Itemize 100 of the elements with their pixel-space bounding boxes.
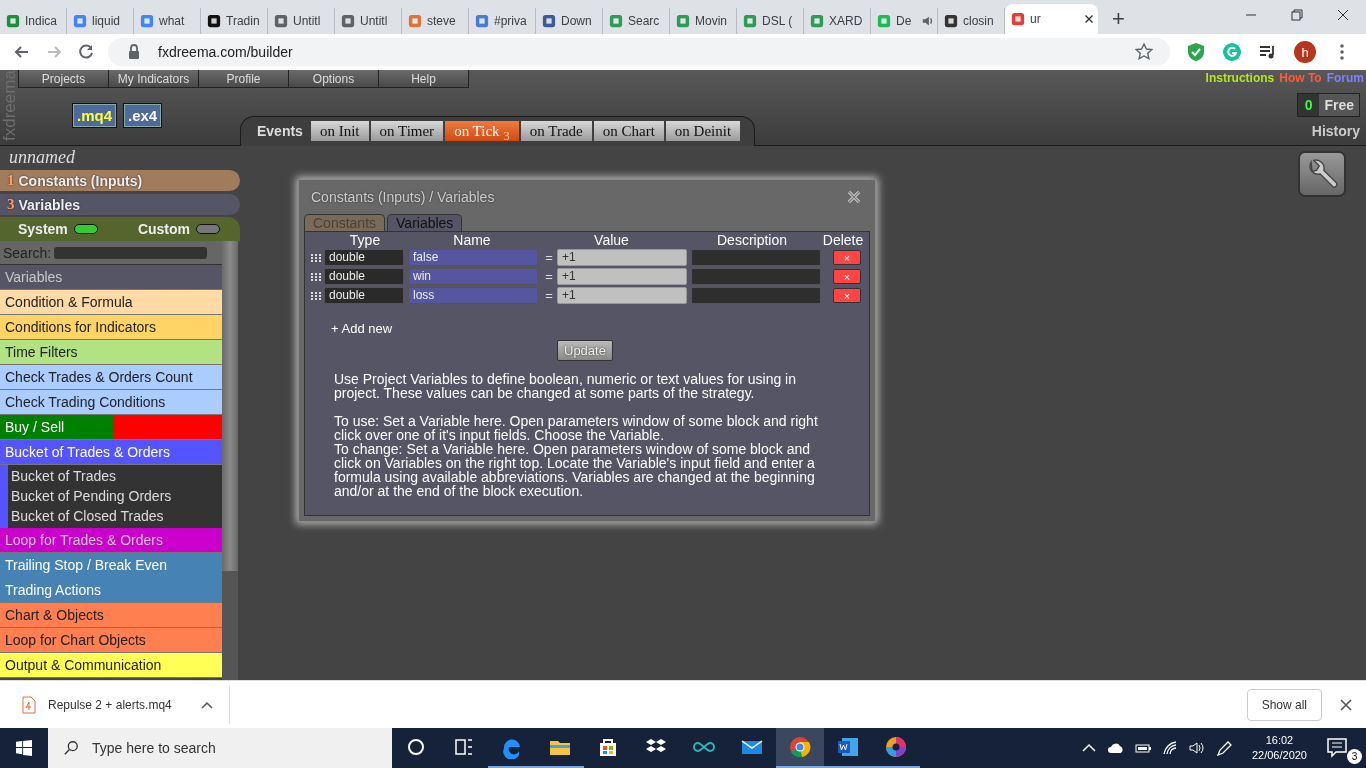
event-tab[interactable]: on Chart <box>593 121 664 141</box>
history-link[interactable]: History <box>1311 123 1360 139</box>
section-label: Variables <box>18 196 80 213</box>
pen-icon[interactable] <box>1214 740 1233 756</box>
close-icon[interactable] <box>1340 698 1352 711</box>
plan-label: Free <box>1323 97 1355 113</box>
profile-avatar[interactable]: h <box>1294 41 1316 63</box>
subcategory-item[interactable]: Bucket of Pending Orders <box>8 486 222 506</box>
notification-icon[interactable] <box>1326 736 1348 758</box>
browser-tab[interactable]: ur <box>1005 4 1098 34</box>
event-tab[interactable]: on Deinit <box>665 121 741 141</box>
caret-icon[interactable] <box>201 700 213 709</box>
tab-title: liquid <box>92 14 122 28</box>
category-item[interactable]: Chart & Objects <box>0 603 222 628</box>
toggle-switch[interactable]: System <box>18 221 98 237</box>
clock-date[interactable]: 22/06/2020 <box>1251 748 1307 763</box>
category-item[interactable]: Variables <box>0 265 222 290</box>
category-item[interactable]: Trading Actions <box>0 578 222 603</box>
column-header: Value <box>593 232 630 248</box>
settings-button[interactable] <box>1298 151 1346 197</box>
file-name: Repulse 2 + alerts.mq4 <box>48 697 173 712</box>
credits-box[interactable]: 0 Free <box>1296 93 1360 117</box>
category-item[interactable]: Loop for Chart Objects <box>0 628 222 653</box>
wifi-icon[interactable] <box>1160 740 1179 756</box>
shield-icon[interactable] <box>1185 41 1207 63</box>
tab-title: Indica <box>25 14 59 28</box>
events-label: Events <box>257 123 303 139</box>
tab-title: steve <box>427 14 457 28</box>
category-item[interactable]: Conditions for Indicators <box>0 315 222 340</box>
address-bar[interactable]: fxdreema.com/builder <box>108 38 1170 66</box>
speaker-icon[interactable] <box>921 14 935 28</box>
menu-item[interactable]: Projects <box>18 70 109 88</box>
drag-handle-icon[interactable] <box>311 253 321 262</box>
sidebar-section[interactable]: 3 Variables <box>0 194 240 215</box>
menu-item[interactable]: Profile <box>198 70 289 88</box>
drag-handle-icon[interactable] <box>311 291 321 300</box>
subcategory-item[interactable]: Bucket of Closed Trades <box>8 506 222 526</box>
column-header: Name <box>452 232 492 248</box>
drag-handle-icon[interactable] <box>311 272 321 281</box>
scrollbar[interactable] <box>222 241 238 680</box>
tab-title: ur <box>1030 12 1042 26</box>
category-item[interactable]: Check Trading Conditions <box>0 390 222 415</box>
name-field[interactable]: false <box>408 249 538 266</box>
add-new-link[interactable]: + Add new <box>331 321 393 336</box>
category-item[interactable]: Time Filters <box>0 340 222 365</box>
category-item[interactable]: Condition & Formula <box>0 290 222 315</box>
description-field[interactable] <box>691 249 821 266</box>
tab-title: closin <box>963 14 995 28</box>
windows-start-icon[interactable] <box>15 740 33 756</box>
type-field[interactable]: double <box>324 287 404 304</box>
tab-title: DSL ( <box>762 14 794 28</box>
document-icon <box>836 735 860 759</box>
category-item[interactable]: Buy / Sell <box>0 415 222 440</box>
tab-title: Tradin <box>226 14 261 28</box>
type-field[interactable]: double <box>324 249 404 266</box>
taskbar-search[interactable]: Type here to search <box>48 728 392 768</box>
description-field[interactable] <box>691 287 821 304</box>
tab-title: Down <box>561 14 593 28</box>
event-tab[interactable]: on Timer <box>370 121 444 141</box>
new-tab-button[interactable]: + <box>1112 6 1125 32</box>
event-tab[interactable]: on Tick $_{3}$ <box>445 121 519 141</box>
category-item[interactable]: Output & Communication <box>0 653 222 678</box>
name-field[interactable]: loss <box>408 287 538 304</box>
tab-title: De <box>896 14 913 28</box>
menu-item[interactable]: My Indicators <box>108 70 199 88</box>
tab-title: what <box>159 14 186 28</box>
subcategory-item[interactable]: Bucket of Trades <box>8 466 222 486</box>
value-field[interactable]: +1 <box>557 268 687 285</box>
section-count: 1 <box>7 172 15 189</box>
toggle-switch[interactable]: Custom <box>137 221 220 237</box>
category-item[interactable]: Bucket of Trades & Orders <box>0 440 222 465</box>
help-paragraph: Use Project Variables to define boolean, numeric or text values for using in project. These values can be changed at some parts of the strategy. <box>334 372 797 400</box>
event-tab[interactable]: on Init <box>310 121 369 141</box>
header-link[interactable]: Instructions <box>1205 71 1275 85</box>
equals-sign: = <box>544 250 554 265</box>
star-icon[interactable] <box>1133 41 1155 63</box>
type-field[interactable]: double <box>324 268 404 285</box>
show-all-button[interactable]: Show all <box>1246 688 1322 721</box>
notification-count: 3 <box>1347 749 1362 764</box>
equals-sign: = <box>544 269 554 284</box>
download-item[interactable]: Repulse 2 + alerts.mq4 <box>0 685 230 724</box>
category-item[interactable]: Trailing Stop / Break Even <box>0 553 222 578</box>
search-field[interactable] <box>54 246 207 259</box>
file-button[interactable]: .ex4 <box>123 103 163 128</box>
value-field[interactable]: +1 <box>557 249 687 266</box>
volume-icon[interactable] <box>1187 740 1206 756</box>
tab-title: Untitl <box>293 14 322 28</box>
file-button[interactable]: .mq4 <box>72 103 117 128</box>
menu-item[interactable]: Options <box>288 70 379 88</box>
tab-title: Searc <box>628 14 661 28</box>
category-item[interactable]: Check Trades & Orders Count <box>0 365 222 390</box>
help-paragraph: To use: Set a Variable here. Open parameters window of some block and right click over one of it's input fields. Choose the Variable. <box>334 414 819 442</box>
name-field[interactable]: win <box>408 268 538 285</box>
menu-item[interactable]: Help <box>378 70 469 88</box>
event-tab[interactable]: on Trade <box>520 121 592 141</box>
description-field[interactable] <box>691 268 821 285</box>
section-count: 3 <box>7 196 15 213</box>
column-header: Delete <box>821 232 865 248</box>
value-field[interactable]: +1 <box>557 287 687 304</box>
clock-time[interactable]: 16:02 <box>1265 733 1294 748</box>
